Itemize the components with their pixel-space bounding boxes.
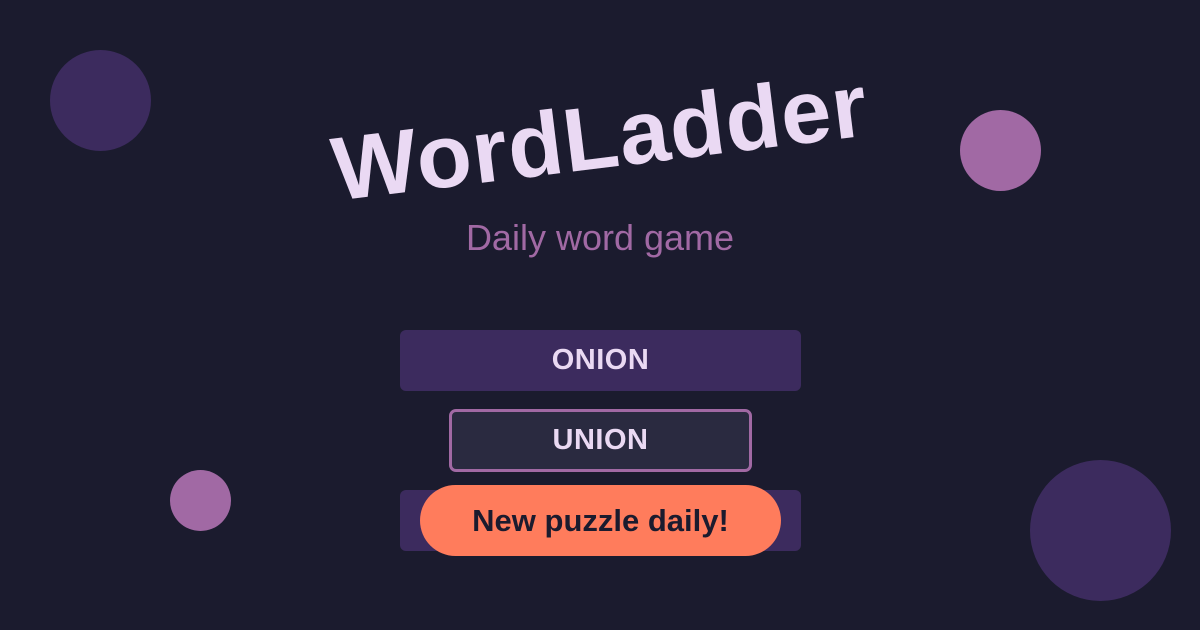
ladder-rung-start: ONION [400, 330, 801, 391]
game-subtitle: Daily word game [465, 217, 735, 258]
promo-banner: WordLadder Daily word game ONION UNION N… [0, 0, 1200, 630]
ladder-rung-current: UNION [449, 409, 752, 472]
decorative-circle [170, 470, 231, 531]
new-puzzle-button[interactable]: New puzzle daily! [420, 485, 781, 556]
decorative-circle [1030, 460, 1171, 601]
decorative-circle [50, 50, 151, 151]
